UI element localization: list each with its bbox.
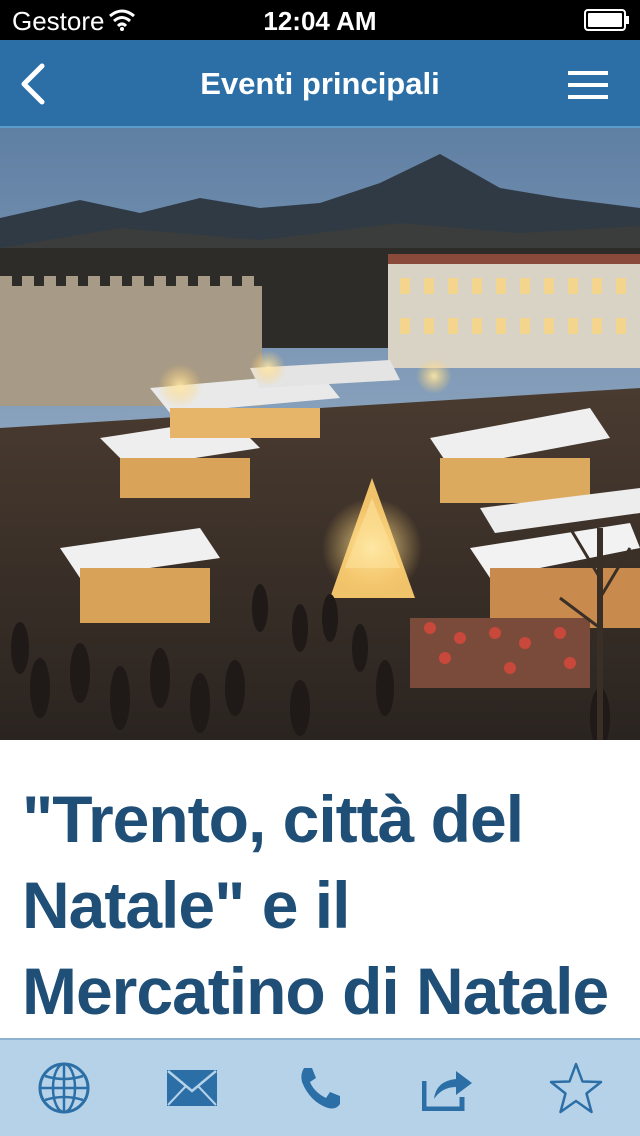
- tab-bar: [0, 1038, 640, 1136]
- tab-phone[interactable]: [280, 1048, 360, 1128]
- status-bar: Gestore 12:04 AM: [0, 0, 640, 40]
- mail-icon: [167, 1070, 217, 1106]
- article-header: "Trento, città del Natale" e il Mercatin…: [0, 740, 640, 1040]
- share-icon: [422, 1071, 472, 1111]
- page-title: Eventi principali: [200, 66, 440, 101]
- star-icon: [549, 1062, 603, 1114]
- status-time: 12:04 AM: [263, 6, 377, 36]
- hamburger-menu-icon[interactable]: [568, 70, 608, 100]
- christmas-market-photo: [0, 128, 640, 740]
- tab-share[interactable]: [408, 1048, 488, 1128]
- tab-mail[interactable]: [152, 1048, 232, 1128]
- tab-favorite[interactable]: [536, 1048, 616, 1128]
- nav-bar: Eventi principali: [0, 40, 640, 128]
- hero-image: [0, 128, 640, 740]
- phone-icon: [301, 1068, 340, 1109]
- article-headline: "Trento, città del Natale" e il Mercatin…: [22, 782, 609, 1028]
- tab-globe[interactable]: [24, 1048, 104, 1128]
- battery-icon: [584, 9, 629, 31]
- globe-icon: [38, 1062, 90, 1114]
